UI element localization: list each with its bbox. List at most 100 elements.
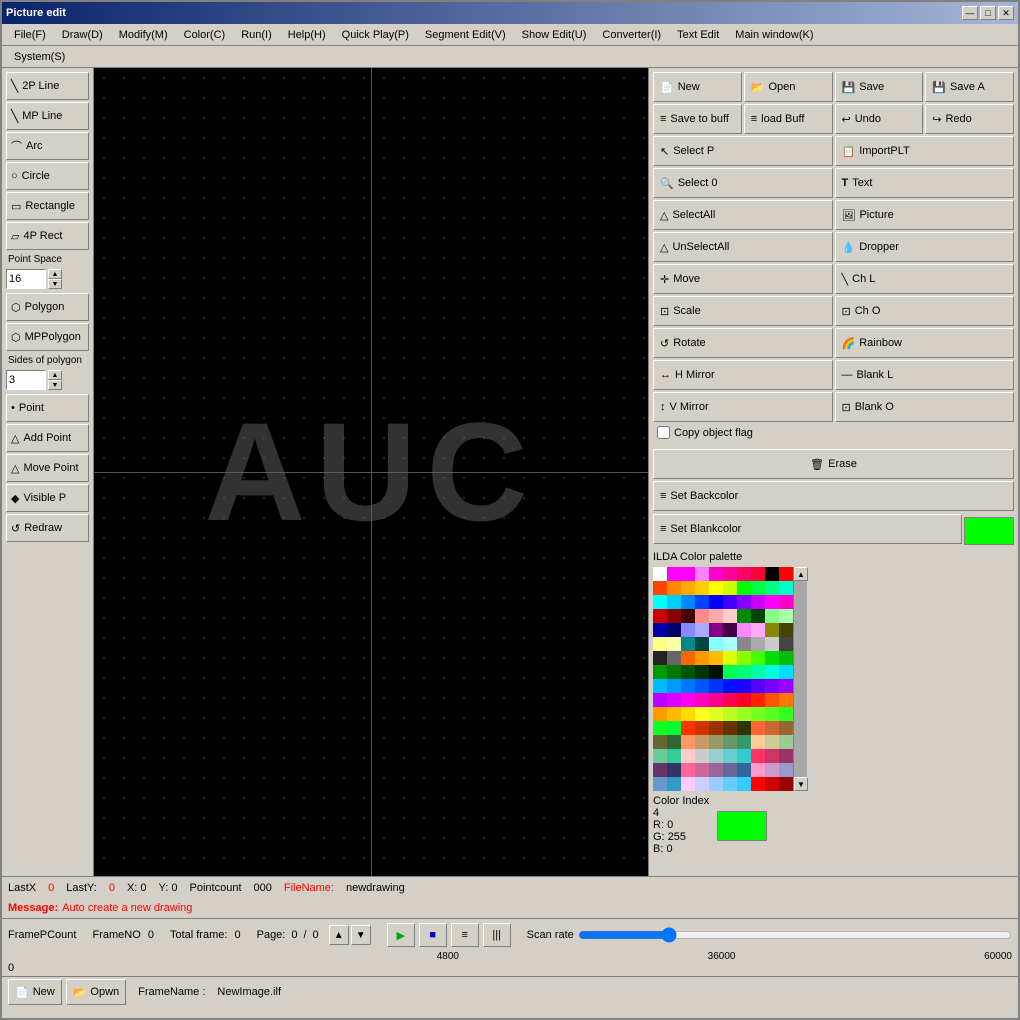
btn-import-plt[interactable]: 📋 ImportPLT <box>835 136 1015 166</box>
menu-color[interactable]: Color(C) <box>176 27 234 43</box>
tool-circle[interactable]: ○ Circle <box>6 162 89 190</box>
scan-rate-slider[interactable] <box>578 927 1012 943</box>
btn-save[interactable]: 💾 Save <box>835 72 924 102</box>
palette-cell[interactable] <box>765 651 779 665</box>
palette-cell[interactable] <box>765 707 779 721</box>
palette-cell[interactable] <box>737 595 751 609</box>
palette-cell[interactable] <box>779 735 793 749</box>
palette-cell[interactable] <box>751 679 765 693</box>
maximize-button[interactable]: □ <box>980 6 996 20</box>
tool-2pline[interactable]: ╲ 2P Line <box>6 72 89 100</box>
palette-cell[interactable] <box>779 721 793 735</box>
palette-cell[interactable] <box>723 581 737 595</box>
palette-cell[interactable] <box>751 763 765 777</box>
palette-cell[interactable] <box>765 609 779 623</box>
palette-cell[interactable] <box>681 693 695 707</box>
btn-dropper[interactable]: 💧 Dropper <box>835 232 1015 262</box>
palette-cell[interactable] <box>723 623 737 637</box>
palette-cell[interactable] <box>765 637 779 651</box>
tool-arc[interactable]: ⌒ Arc <box>6 132 89 160</box>
btn-open[interactable]: 📂 Open <box>744 72 833 102</box>
palette-cell[interactable] <box>653 581 667 595</box>
palette-cell[interactable] <box>653 637 667 651</box>
palette-cell[interactable] <box>695 693 709 707</box>
palette-cell[interactable] <box>751 637 765 651</box>
palette-cell[interactable] <box>681 679 695 693</box>
palette-cell[interactable] <box>681 581 695 595</box>
palette-cell[interactable] <box>765 735 779 749</box>
palette-cell[interactable] <box>779 693 793 707</box>
btn-text[interactable]: T Text <box>835 168 1015 198</box>
palette-cell[interactable] <box>653 735 667 749</box>
bars-button[interactable]: ||| <box>483 923 511 947</box>
palette-cell[interactable] <box>709 651 723 665</box>
palette-cell[interactable] <box>765 693 779 707</box>
palette-cell[interactable] <box>779 763 793 777</box>
btn-move[interactable]: ✛ Move <box>653 264 833 294</box>
btn-unselectall[interactable]: △ UnSelectAll <box>653 232 833 262</box>
palette-cell[interactable] <box>653 777 667 791</box>
palette-cell[interactable] <box>681 749 695 763</box>
palette-cell[interactable] <box>751 735 765 749</box>
stop-button[interactable]: ■ <box>419 923 447 947</box>
btn-redo[interactable]: ↪ Redo <box>925 104 1014 134</box>
palette-cell[interactable] <box>751 567 765 581</box>
palette-cell[interactable] <box>653 567 667 581</box>
palette-cell[interactable] <box>779 623 793 637</box>
palette-cell[interactable] <box>695 749 709 763</box>
btn-set-blankcolor[interactable]: ≡ Set Blankcolor <box>653 514 962 544</box>
palette-cell[interactable] <box>709 721 723 735</box>
palette-cell[interactable] <box>709 623 723 637</box>
palette-cell[interactable] <box>667 707 681 721</box>
palette-cell[interactable] <box>737 749 751 763</box>
palette-cell[interactable] <box>667 693 681 707</box>
palette-cell[interactable] <box>779 595 793 609</box>
palette-cell[interactable] <box>723 777 737 791</box>
palette-cell[interactable] <box>723 735 737 749</box>
palette-cell[interactable] <box>765 679 779 693</box>
palette-cell[interactable] <box>681 609 695 623</box>
palette-cell[interactable] <box>751 665 765 679</box>
palette-cell[interactable] <box>751 721 765 735</box>
btn-bottom-opwn[interactable]: 📂 Opwn <box>66 979 126 1005</box>
palette-cell[interactable] <box>667 609 681 623</box>
palette-cell[interactable] <box>751 693 765 707</box>
btn-vmirror[interactable]: ↕ V Mirror <box>653 392 833 422</box>
palette-cell[interactable] <box>681 623 695 637</box>
palette-cell[interactable] <box>765 665 779 679</box>
tool-movepoint[interactable]: △ Move Point <box>6 454 89 482</box>
btn-set-backcolor[interactable]: ≡ Set Backcolor <box>653 481 1014 511</box>
palette-cell[interactable] <box>709 679 723 693</box>
palette-scroll-down[interactable]: ▼ <box>794 777 808 791</box>
btn-save-a[interactable]: 💾 Save A <box>925 72 1014 102</box>
btn-selectall[interactable]: △ SelectAll <box>653 200 833 230</box>
palette-cell[interactable] <box>667 651 681 665</box>
menu-draw[interactable]: Draw(D) <box>54 27 111 43</box>
palette-cell[interactable] <box>667 623 681 637</box>
palette-cell[interactable] <box>695 637 709 651</box>
tool-polygon[interactable]: ⬡ Polygon <box>6 293 89 321</box>
point-space-up[interactable]: ▲ <box>48 269 62 279</box>
btn-bottom-new[interactable]: 📄 New <box>8 979 62 1005</box>
palette-cell[interactable] <box>709 567 723 581</box>
palette-cell[interactable] <box>681 595 695 609</box>
palette-cell[interactable] <box>779 777 793 791</box>
palette-cell[interactable] <box>681 735 695 749</box>
btn-select-p[interactable]: ↖ Select P <box>653 136 833 166</box>
palette-cell[interactable] <box>723 567 737 581</box>
btn-undo[interactable]: ↩ Undo <box>835 104 924 134</box>
palette-cell[interactable] <box>667 777 681 791</box>
palette-cell[interactable] <box>779 651 793 665</box>
palette-cell[interactable] <box>695 567 709 581</box>
page-next[interactable]: ▼ <box>351 925 371 945</box>
palette-cell[interactable] <box>653 651 667 665</box>
palette-cell[interactable] <box>695 763 709 777</box>
palette-cell[interactable] <box>681 567 695 581</box>
palette-cell[interactable] <box>737 777 751 791</box>
btn-hmirror[interactable]: ↔ H Mirror <box>653 360 833 390</box>
palette-scroll-up[interactable]: ▲ <box>794 567 808 581</box>
menu-show[interactable]: Show Edit(U) <box>514 27 595 43</box>
menu-run[interactable]: Run(I) <box>233 27 280 43</box>
menu-mainwindow[interactable]: Main window(K) <box>727 27 821 43</box>
palette-cell[interactable] <box>751 595 765 609</box>
